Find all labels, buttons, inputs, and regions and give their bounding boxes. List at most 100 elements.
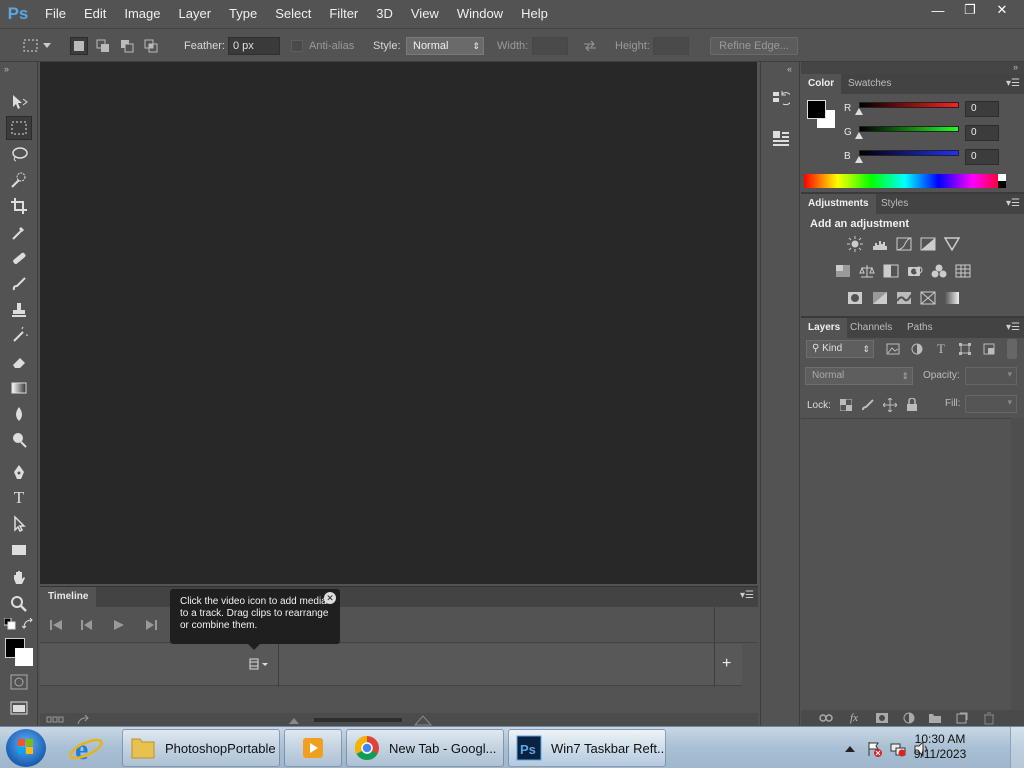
blur-tool-icon[interactable]	[6, 402, 32, 426]
layers-list[interactable]	[801, 418, 1011, 710]
menu-file[interactable]: File	[36, 0, 75, 28]
panel-menu-icon[interactable]: ▾☰	[1006, 322, 1020, 333]
zoom-in-icon[interactable]	[413, 714, 433, 726]
marquee-preset-icon[interactable]	[22, 37, 40, 55]
restore-button[interactable]: ❐	[954, 0, 986, 20]
frame-animation-icon[interactable]	[46, 714, 64, 726]
rectangle-tool-icon[interactable]	[6, 538, 32, 562]
delete-layer-icon[interactable]	[981, 711, 997, 725]
quick-selection-tool-icon[interactable]	[6, 168, 32, 192]
color-lookup-icon[interactable]	[954, 263, 972, 279]
anti-alias-checkbox[interactable]	[291, 40, 303, 52]
layers-scrollbar[interactable]	[1011, 418, 1024, 710]
menu-filter[interactable]: Filter	[320, 0, 367, 28]
quick-mask-icon[interactable]	[6, 670, 32, 694]
tab-paths[interactable]: Paths	[900, 318, 940, 338]
black-white-ramp[interactable]	[998, 174, 1006, 188]
lock-image-pixels-icon[interactable]	[861, 398, 875, 412]
levels-icon[interactable]	[871, 236, 889, 252]
color-spectrum-ramp[interactable]	[804, 174, 1006, 188]
vibrance-icon[interactable]	[943, 236, 961, 252]
new-selection-icon[interactable]	[70, 37, 88, 55]
zoom-out-icon[interactable]	[288, 714, 300, 726]
background-color-swatch[interactable]	[15, 648, 33, 666]
blue-value-input[interactable]: 0	[965, 149, 999, 165]
green-slider[interactable]	[859, 126, 959, 132]
hue-saturation-icon[interactable]	[834, 263, 852, 279]
history-panel-icon[interactable]	[770, 88, 792, 110]
panel-menu-icon[interactable]: ▾☰	[1006, 78, 1020, 89]
menu-window[interactable]: Window	[448, 0, 512, 28]
lock-all-icon[interactable]	[905, 398, 919, 412]
swap-colors-icon[interactable]	[21, 617, 34, 630]
subtract-from-selection-icon[interactable]	[118, 37, 136, 55]
path-selection-tool-icon[interactable]	[6, 512, 32, 536]
healing-brush-tool-icon[interactable]	[6, 246, 32, 270]
gradient-tool-icon[interactable]	[6, 376, 32, 400]
action-center-icon[interactable]	[866, 741, 882, 757]
curves-icon[interactable]	[895, 236, 913, 252]
tab-layers[interactable]: Layers	[801, 318, 848, 338]
tab-adjustments[interactable]: Adjustments	[801, 194, 876, 214]
tab-channels[interactable]: Channels	[843, 318, 899, 338]
brush-tool-icon[interactable]	[6, 272, 32, 296]
shape-layer-filter-icon[interactable]	[957, 341, 973, 357]
swap-dimensions-icon[interactable]	[581, 37, 599, 55]
zoom-tool-icon[interactable]	[6, 592, 32, 616]
add-track-button[interactable]: +	[722, 655, 731, 673]
menu-view[interactable]: View	[402, 0, 448, 28]
slider-handle-icon[interactable]	[855, 156, 863, 163]
go-to-first-frame-icon[interactable]	[47, 617, 65, 633]
color-balance-icon[interactable]	[858, 263, 876, 279]
taskbar-button-photoshopportable[interactable]: PhotoshopPortable	[122, 729, 280, 767]
properties-panel-icon[interactable]	[770, 128, 792, 150]
foreground-color-swatch[interactable]	[807, 100, 826, 119]
intersect-selection-icon[interactable]	[142, 37, 160, 55]
show-hidden-icons-icon[interactable]	[845, 744, 855, 752]
brightness-contrast-icon[interactable]	[846, 236, 864, 252]
black-white-icon[interactable]	[882, 263, 900, 279]
slider-handle-icon[interactable]	[855, 132, 863, 139]
add-media-icon[interactable]	[248, 657, 270, 671]
eyedropper-tool-icon[interactable]	[6, 220, 32, 244]
menu-3d[interactable]: 3D	[367, 0, 402, 28]
type-tool-icon[interactable]: T	[6, 486, 32, 510]
close-button[interactable]: ✕	[986, 0, 1018, 20]
lock-transparent-pixels-icon[interactable]	[839, 398, 853, 412]
new-layer-icon[interactable]	[954, 711, 970, 725]
chevron-down-icon[interactable]	[42, 37, 52, 55]
add-mask-icon[interactable]	[874, 711, 890, 725]
default-colors-icon[interactable]	[3, 617, 16, 630]
smart-object-filter-icon[interactable]	[981, 341, 997, 357]
menu-image[interactable]: Image	[115, 0, 169, 28]
exposure-icon[interactable]	[919, 236, 937, 252]
new-adjustment-layer-icon[interactable]	[901, 711, 917, 725]
link-layers-icon[interactable]	[818, 711, 834, 725]
panel-menu-icon[interactable]: ▾☰	[1006, 198, 1020, 209]
screen-mode-icon[interactable]	[6, 696, 32, 720]
type-layer-filter-icon[interactable]: T	[933, 341, 949, 357]
clone-stamp-tool-icon[interactable]	[6, 298, 32, 322]
selective-color-icon[interactable]	[919, 290, 937, 306]
red-value-input[interactable]: 0	[965, 101, 999, 117]
width-input[interactable]	[532, 37, 568, 55]
menu-select[interactable]: Select	[266, 0, 320, 28]
channel-mixer-icon[interactable]	[930, 263, 948, 279]
internet-explorer-icon[interactable]: e	[66, 731, 106, 766]
previous-frame-icon[interactable]	[78, 617, 96, 633]
posterize-icon[interactable]	[871, 290, 889, 306]
history-brush-tool-icon[interactable]	[6, 324, 32, 348]
dodge-tool-icon[interactable]	[6, 428, 32, 452]
taskbar-button-photoshop[interactable]: Ps Win7 Taskbar Reft...	[508, 729, 666, 767]
tab-swatches[interactable]: Swatches	[841, 74, 898, 94]
menu-edit[interactable]: Edit	[75, 0, 115, 28]
feather-input[interactable]: 0 px	[228, 37, 280, 55]
red-slider[interactable]	[859, 102, 959, 108]
tab-color[interactable]: Color	[801, 74, 842, 94]
taskbar-button-chrome[interactable]: New Tab - Googl...	[346, 729, 504, 767]
new-group-icon[interactable]	[927, 711, 943, 725]
layer-kind-filter[interactable]: ⚲ Kind ⇕	[806, 340, 874, 358]
filter-toggle[interactable]	[1007, 339, 1017, 359]
layer-style-icon[interactable]: fx	[846, 711, 862, 725]
fill-input[interactable]: ▾	[965, 395, 1017, 413]
